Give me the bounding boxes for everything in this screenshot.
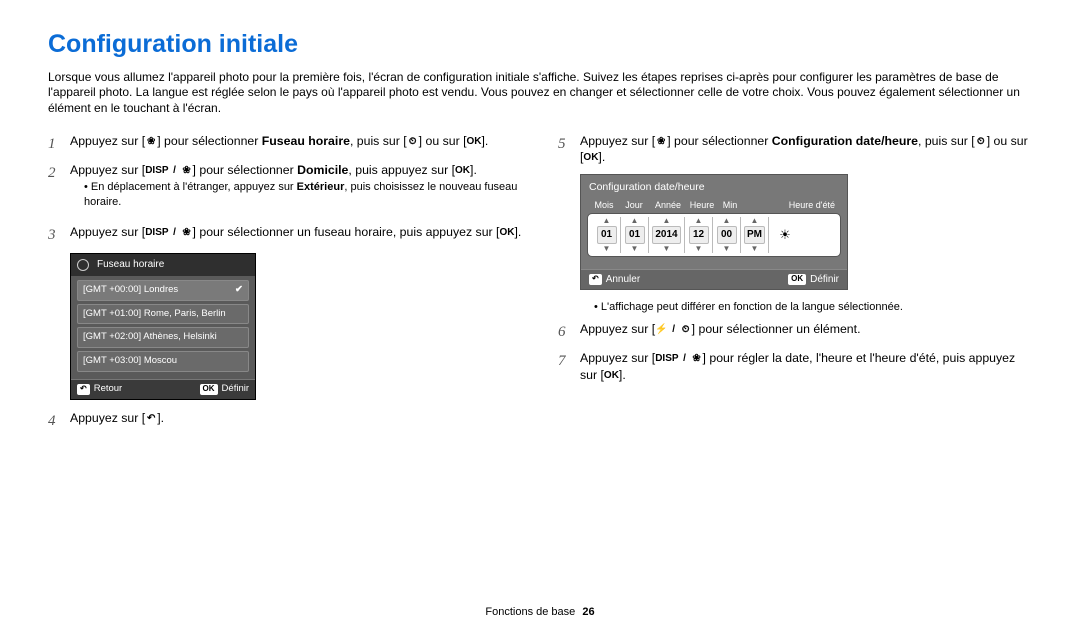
set-button[interactable]: OKDéfinir bbox=[788, 273, 839, 287]
back-icon: ↶ bbox=[145, 413, 157, 425]
chevron-up-icon[interactable]: ▲ bbox=[695, 217, 703, 225]
datetime-roller: ▲01▼ ▲01▼ ▲2014▼ ▲12▼ ▲00▼ ▲PM▼ ☀ bbox=[587, 213, 841, 257]
step-number: 4 bbox=[48, 410, 70, 431]
step-number: 1 bbox=[48, 133, 70, 154]
year-stepper[interactable]: ▲2014▼ bbox=[649, 217, 685, 253]
step-3: 3 Appuyez sur [DISP/❀] pour sélectionner… bbox=[48, 224, 522, 245]
chevron-up-icon[interactable]: ▲ bbox=[751, 217, 759, 225]
step-number: 2 bbox=[48, 162, 70, 216]
step-number: 7 bbox=[558, 350, 580, 383]
sun-icon: ☀ bbox=[779, 226, 791, 244]
flower-icon: ❀ bbox=[145, 135, 157, 147]
chevron-up-icon[interactable]: ▲ bbox=[603, 217, 611, 225]
ok-icon: OK bbox=[499, 227, 514, 239]
back-icon: ↶ bbox=[77, 384, 90, 395]
day-stepper[interactable]: ▲01▼ bbox=[621, 217, 649, 253]
ok-icon: OK bbox=[583, 152, 598, 164]
chevron-up-icon[interactable]: ▲ bbox=[663, 217, 671, 225]
datetime-widget: Configuration date/heure Mois Jour Année… bbox=[580, 174, 848, 290]
step-4: 4 Appuyez sur [↶]. bbox=[48, 410, 522, 431]
check-icon: ✔ bbox=[235, 284, 243, 297]
timezone-item[interactable]: [GMT +03:00] Moscou bbox=[77, 351, 249, 372]
datetime-title: Configuration date/heure bbox=[581, 175, 847, 199]
disp-icon: DISP bbox=[145, 227, 168, 239]
left-column: 1 Appuyez sur [❀] pour sélectionner Fuse… bbox=[48, 133, 522, 440]
chevron-down-icon[interactable]: ▼ bbox=[603, 245, 611, 253]
flower-icon: ❀ bbox=[691, 353, 703, 365]
disp-icon: DISP bbox=[655, 353, 678, 365]
back-icon: ↶ bbox=[589, 274, 602, 285]
step-6: 6 Appuyez sur [⚡/⏲] pour sélectionner un… bbox=[558, 321, 1032, 342]
month-stepper[interactable]: ▲01▼ bbox=[593, 217, 621, 253]
timezone-list: [GMT +00:00] Londres ✔ [GMT +01:00] Rome… bbox=[71, 276, 255, 379]
disp-icon: DISP bbox=[145, 165, 168, 177]
intro-paragraph: Lorsque vous allumez l'appareil photo po… bbox=[48, 70, 1032, 117]
chevron-down-icon[interactable]: ▼ bbox=[695, 245, 703, 253]
back-button[interactable]: ↶Retour bbox=[77, 383, 122, 396]
hour-stepper[interactable]: ▲12▼ bbox=[685, 217, 713, 253]
flower-icon: ❀ bbox=[181, 227, 193, 239]
timezone-header: Fuseau horaire bbox=[71, 254, 255, 276]
chevron-up-icon[interactable]: ▲ bbox=[631, 217, 639, 225]
flower-icon: ❀ bbox=[181, 165, 193, 177]
chevron-down-icon[interactable]: ▼ bbox=[723, 245, 731, 253]
right-column: 5 Appuyez sur [❀] pour sélectionner Conf… bbox=[558, 133, 1032, 440]
timezone-widget: Fuseau horaire [GMT +00:00] Londres ✔ [G… bbox=[70, 253, 256, 400]
chevron-down-icon[interactable]: ▼ bbox=[663, 245, 671, 253]
step-number: 6 bbox=[558, 321, 580, 342]
timer-icon: ⏲ bbox=[407, 135, 419, 147]
ok-icon: OK bbox=[604, 369, 619, 381]
datetime-labels: Mois Jour Année Heure Min Heure d'été bbox=[581, 199, 847, 211]
page-title: Configuration initiale bbox=[48, 28, 1032, 62]
chevron-down-icon[interactable]: ▼ bbox=[631, 245, 639, 253]
step-1: 1 Appuyez sur [❀] pour sélectionner Fuse… bbox=[48, 133, 522, 154]
chevron-down-icon[interactable]: ▼ bbox=[751, 245, 759, 253]
step-5-note: L'affichage peut différer en fonction de… bbox=[580, 300, 1032, 315]
step-7: 7 Appuyez sur [DISP/❀] pour régler la da… bbox=[558, 350, 1032, 383]
flower-icon: ❀ bbox=[655, 135, 667, 147]
set-button[interactable]: OKDéfinir bbox=[200, 383, 249, 396]
ok-icon: OK bbox=[455, 165, 470, 177]
dst-toggle[interactable]: ☀ bbox=[769, 217, 801, 253]
ok-icon: OK bbox=[200, 384, 218, 395]
ok-icon: OK bbox=[788, 274, 806, 285]
timezone-item[interactable]: [GMT +00:00] Londres ✔ bbox=[77, 280, 249, 301]
step-2: 2 Appuyez sur [DISP/❀] pour sélectionner… bbox=[48, 162, 522, 216]
flash-icon: ⚡ bbox=[655, 324, 667, 336]
timer-icon: ⏲ bbox=[680, 324, 692, 336]
step-number: 3 bbox=[48, 224, 70, 245]
timezone-item[interactable]: [GMT +02:00] Athènes, Helsinki bbox=[77, 327, 249, 348]
step-2-note: En déplacement à l'étranger, appuyez sur… bbox=[70, 180, 522, 210]
cancel-button[interactable]: ↶Annuler bbox=[589, 273, 640, 287]
chevron-up-icon[interactable]: ▲ bbox=[723, 217, 731, 225]
timezone-item[interactable]: [GMT +01:00] Rome, Paris, Berlin bbox=[77, 304, 249, 325]
ok-icon: OK bbox=[467, 135, 482, 147]
minute-stepper[interactable]: ▲00▼ bbox=[713, 217, 741, 253]
ampm-stepper[interactable]: ▲PM▼ bbox=[741, 217, 769, 253]
page-footer: Fonctions de base 26 bbox=[0, 605, 1080, 620]
timer-icon: ⏲ bbox=[975, 135, 987, 147]
step-5: 5 Appuyez sur [❀] pour sélectionner Conf… bbox=[558, 133, 1032, 166]
step-number: 5 bbox=[558, 133, 580, 166]
globe-icon bbox=[77, 259, 89, 271]
